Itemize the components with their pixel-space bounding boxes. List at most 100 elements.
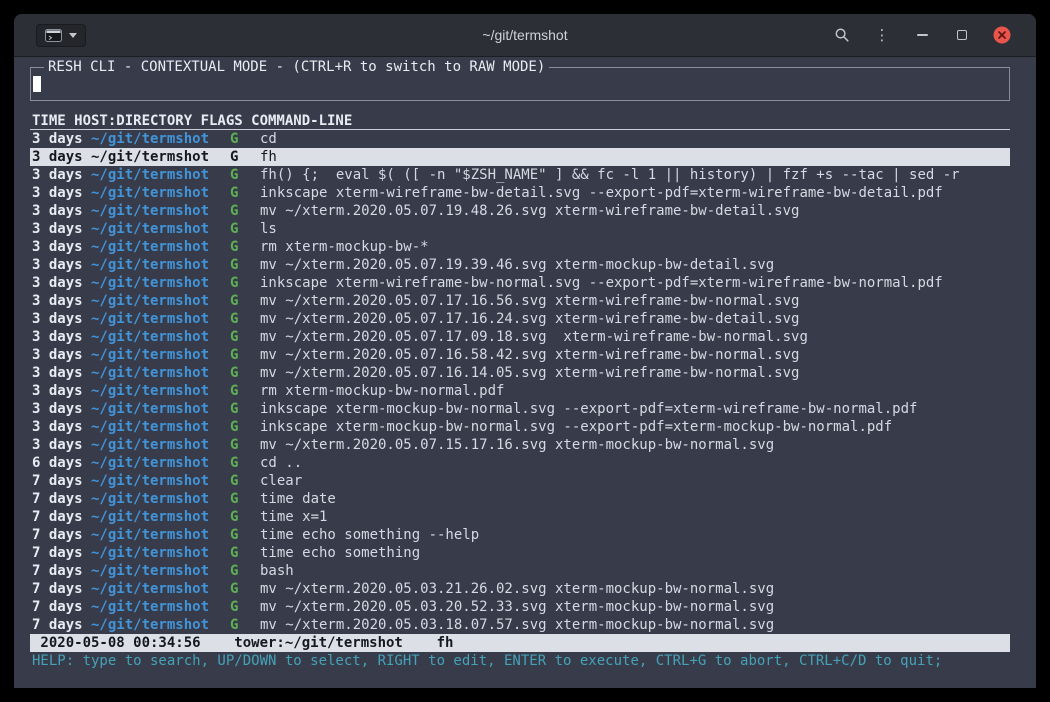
row-command: mv ~/xterm.2020.05.03.21.26.02.svg xterm…: [260, 580, 1010, 598]
history-row[interactable]: 7 days ~/git/termshot G clear: [30, 472, 1010, 490]
terminal-window: ~/git/termshot ⋮: [14, 14, 1036, 688]
row-flags: G: [230, 454, 260, 472]
row-flags: G: [230, 490, 260, 508]
row-time: 3 days: [32, 274, 91, 292]
row-time: 3 days: [32, 328, 91, 346]
close-button[interactable]: [993, 26, 1011, 44]
row-directory: ~/git/termshot: [91, 598, 230, 616]
row-command: time x=1: [260, 508, 1010, 526]
menu-button[interactable]: ⋮: [873, 26, 891, 44]
history-row[interactable]: 7 days ~/git/termshot G mv ~/xterm.2020.…: [30, 598, 1010, 616]
row-flags: G: [230, 616, 260, 634]
history-row[interactable]: 3 days ~/git/termshot G mv ~/xterm.2020.…: [30, 202, 1010, 220]
history-list: 3 days ~/git/termshot G cd 3 days ~/git/…: [30, 130, 1010, 634]
row-flags: G: [230, 130, 260, 148]
history-row[interactable]: 3 days ~/git/termshot G mv ~/xterm.2020.…: [30, 310, 1010, 328]
row-command: fh() {; eval $( ([ -n "$ZSH_NAME" ] && f…: [260, 166, 1010, 184]
history-row[interactable]: 3 days ~/git/termshot G inkscape xterm-m…: [30, 418, 1010, 436]
row-flags: G: [230, 526, 260, 544]
history-row[interactable]: 3 days ~/git/termshot G inkscape xterm-w…: [30, 184, 1010, 202]
row-command: mv ~/xterm.2020.05.07.16.14.05.svg xterm…: [260, 364, 1010, 382]
row-directory: ~/git/termshot: [91, 328, 230, 346]
row-time: 3 days: [32, 238, 91, 256]
row-time: 3 days: [32, 256, 91, 274]
history-row[interactable]: 7 days ~/git/termshot G time x=1: [30, 508, 1010, 526]
history-row[interactable]: 3 days ~/git/termshot G mv ~/xterm.2020.…: [30, 256, 1010, 274]
row-command: clear: [260, 472, 1010, 490]
restore-button[interactable]: [953, 26, 971, 44]
history-row[interactable]: 7 days ~/git/termshot G bash: [30, 562, 1010, 580]
search-button[interactable]: [833, 26, 851, 44]
row-flags: G: [230, 472, 260, 490]
row-command: inkscape xterm-wireframe-bw-detail.svg -…: [260, 184, 1010, 202]
history-row[interactable]: 3 days ~/git/termshot G rm xterm-mockup-…: [30, 382, 1010, 400]
row-command: rm xterm-mockup-bw-*: [260, 238, 1010, 256]
history-row[interactable]: 3 days ~/git/termshot G cd: [30, 130, 1010, 148]
history-row[interactable]: 3 days ~/git/termshot G inkscape xterm-w…: [30, 274, 1010, 292]
row-flags: G: [230, 382, 260, 400]
history-row[interactable]: 3 days ~/git/termshot G ls: [30, 220, 1010, 238]
history-row[interactable]: 3 days ~/git/termshot G mv ~/xterm.2020.…: [30, 436, 1010, 454]
tab-switcher-button[interactable]: [36, 24, 86, 47]
row-flags: G: [230, 220, 260, 238]
history-row[interactable]: 7 days ~/git/termshot G mv ~/xterm.2020.…: [30, 580, 1010, 598]
titlebar[interactable]: ~/git/termshot ⋮: [14, 14, 1036, 57]
history-row[interactable]: 3 days ~/git/termshot G mv ~/xterm.2020.…: [30, 292, 1010, 310]
history-row[interactable]: 7 days ~/git/termshot G time date: [30, 490, 1010, 508]
list-header: TIME HOST:DIRECTORY FLAGS COMMAND-LINE: [30, 112, 1010, 130]
row-time: 3 days: [32, 220, 91, 238]
history-row[interactable]: 6 days ~/git/termshot G cd ..: [30, 454, 1010, 472]
terminal-icon: [45, 29, 62, 42]
history-row[interactable]: 3 days ~/git/termshot G rm xterm-mockup-…: [30, 238, 1010, 256]
row-flags: G: [230, 256, 260, 274]
row-time: 3 days: [32, 418, 91, 436]
search-icon: [834, 27, 850, 43]
terminal-screen[interactable]: RESH CLI - CONTEXTUAL MODE - (CTRL+R to …: [14, 57, 1036, 688]
row-flags: G: [230, 328, 260, 346]
row-flags: G: [230, 598, 260, 616]
history-row[interactable]: 7 days ~/git/termshot G mv ~/xterm.2020.…: [30, 616, 1010, 634]
row-directory: ~/git/termshot: [91, 472, 230, 490]
row-flags: G: [230, 562, 260, 580]
search-input[interactable]: RESH CLI - CONTEXTUAL MODE - (CTRL+R to …: [30, 67, 1010, 101]
row-directory: ~/git/termshot: [91, 274, 230, 292]
row-command: inkscape xterm-mockup-bw-normal.svg --ex…: [260, 400, 1010, 418]
row-time: 3 days: [32, 148, 91, 166]
row-command: cd ..: [260, 454, 1010, 472]
row-flags: G: [230, 292, 260, 310]
row-command: inkscape xterm-wireframe-bw-normal.svg -…: [260, 274, 1010, 292]
row-flags: G: [230, 544, 260, 562]
row-command: mv ~/xterm.2020.05.03.20.52.33.svg xterm…: [260, 598, 1010, 616]
kebab-menu-icon: ⋮: [875, 26, 890, 44]
row-command: rm xterm-mockup-bw-normal.pdf: [260, 382, 1010, 400]
history-row[interactable]: 3 days ~/git/termshot G fh: [30, 148, 1010, 166]
row-flags: G: [230, 310, 260, 328]
history-row[interactable]: 3 days ~/git/termshot G mv ~/xterm.2020.…: [30, 346, 1010, 364]
row-directory: ~/git/termshot: [91, 418, 230, 436]
chevron-down-icon: [69, 33, 77, 38]
row-directory: ~/git/termshot: [91, 256, 230, 274]
history-row[interactable]: 7 days ~/git/termshot G time echo someth…: [30, 526, 1010, 544]
row-command: mv ~/xterm.2020.05.07.17.16.24.svg xterm…: [260, 310, 1010, 328]
row-time: 7 days: [32, 472, 91, 490]
row-flags: G: [230, 508, 260, 526]
row-directory: ~/git/termshot: [91, 220, 230, 238]
row-directory: ~/git/termshot: [91, 490, 230, 508]
row-directory: ~/git/termshot: [91, 580, 230, 598]
row-time: 3 days: [32, 166, 91, 184]
row-directory: ~/git/termshot: [91, 346, 230, 364]
row-time: 3 days: [32, 310, 91, 328]
history-row[interactable]: 3 days ~/git/termshot G inkscape xterm-m…: [30, 400, 1010, 418]
row-directory: ~/git/termshot: [91, 202, 230, 220]
history-row[interactable]: 3 days ~/git/termshot G fh() {; eval $( …: [30, 166, 1010, 184]
row-command: cd: [260, 130, 1010, 148]
history-row[interactable]: 7 days ~/git/termshot G time echo someth…: [30, 544, 1010, 562]
row-time: 7 days: [32, 526, 91, 544]
minimize-button[interactable]: [913, 26, 931, 44]
history-row[interactable]: 3 days ~/git/termshot G mv ~/xterm.2020.…: [30, 328, 1010, 346]
row-flags: G: [230, 184, 260, 202]
row-directory: ~/git/termshot: [91, 310, 230, 328]
row-time: 3 days: [32, 130, 91, 148]
row-command: time date: [260, 490, 1010, 508]
history-row[interactable]: 3 days ~/git/termshot G mv ~/xterm.2020.…: [30, 364, 1010, 382]
